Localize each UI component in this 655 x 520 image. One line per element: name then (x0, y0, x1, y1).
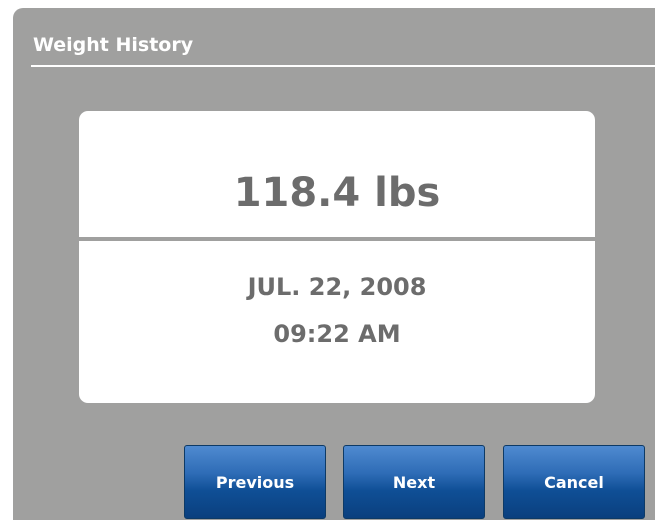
next-button[interactable]: Next (343, 445, 485, 519)
record-time: 09:22 AM (273, 320, 401, 348)
weight-history-panel: Weight History 118.4 lbs JUL. 22, 2008 0… (13, 8, 655, 520)
record-date: JUL. 22, 2008 (247, 273, 427, 301)
card-divider (79, 237, 595, 241)
page-title: Weight History (33, 34, 194, 56)
weight-record-card: 118.4 lbs JUL. 22, 2008 09:22 AM (79, 111, 595, 403)
weight-value: 118.4 lbs (233, 170, 441, 216)
previous-button[interactable]: Previous (184, 445, 326, 519)
cancel-button[interactable]: Cancel (503, 445, 645, 519)
title-divider (31, 65, 655, 67)
